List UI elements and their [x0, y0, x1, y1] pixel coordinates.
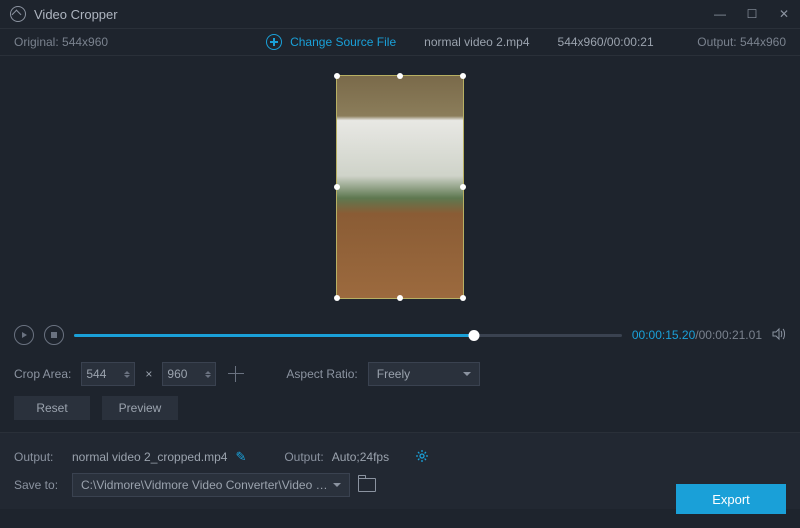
settings-icon[interactable]	[415, 449, 429, 466]
crop-width-input[interactable]: 544	[81, 362, 135, 386]
stop-button[interactable]	[44, 325, 64, 345]
time-display: 00:00:15.20/00:00:21.01	[632, 328, 762, 342]
export-button[interactable]: Export	[676, 484, 786, 514]
crop-area-label: Crop Area:	[14, 367, 71, 381]
handle-bottom-mid[interactable]	[397, 295, 403, 301]
seek-thumb[interactable]	[468, 330, 479, 341]
video-frame	[337, 76, 463, 298]
volume-icon[interactable]	[772, 327, 786, 344]
handle-bottom-right[interactable]	[460, 295, 466, 301]
browse-folder-icon[interactable]	[358, 478, 376, 492]
seek-fill	[74, 334, 474, 337]
handle-top-mid[interactable]	[397, 73, 403, 79]
handle-bottom-left[interactable]	[334, 295, 340, 301]
close-button[interactable]: ✕	[778, 7, 790, 21]
plus-icon	[266, 34, 282, 50]
handle-right-mid[interactable]	[460, 184, 466, 190]
preview-button[interactable]: Preview	[102, 396, 178, 420]
change-source-label: Change Source File	[290, 35, 396, 49]
crop-height-input[interactable]: 960	[162, 362, 216, 386]
handle-left-mid[interactable]	[334, 184, 340, 190]
play-icon	[22, 332, 27, 338]
save-path-select[interactable]: C:\Vidmore\Vidmore Video Converter\Video…	[72, 473, 350, 497]
app-title: Video Cropper	[34, 7, 118, 22]
height-stepper[interactable]	[205, 371, 211, 378]
center-crop-icon[interactable]	[226, 364, 246, 384]
window-controls: — ☐ ✕	[714, 7, 790, 21]
titlebar: Video Cropper — ☐ ✕	[0, 0, 800, 29]
edit-filename-icon[interactable]: ✎	[235, 449, 246, 465]
crop-times: ×	[145, 367, 152, 381]
file-info: 544x960/00:00:21	[558, 35, 654, 49]
chevron-down-icon	[333, 483, 341, 487]
preview-area	[0, 56, 800, 318]
aspect-ratio-select[interactable]: Freely	[368, 362, 480, 386]
time-current: 00:00:15.20	[632, 328, 695, 342]
handle-top-left[interactable]	[334, 73, 340, 79]
output-format-label: Output:	[284, 450, 323, 464]
output-file-label: Output:	[14, 450, 64, 464]
minimize-button[interactable]: —	[714, 7, 726, 21]
seek-slider[interactable]	[74, 334, 622, 337]
crop-controls: Crop Area: 544 × 960 Aspect Ratio: Freel…	[0, 352, 800, 396]
output-dims-label: Output: 544x960	[697, 35, 786, 49]
crop-frame[interactable]	[336, 75, 464, 299]
stop-icon	[51, 332, 57, 338]
reset-button[interactable]: Reset	[14, 396, 90, 420]
transport-bar: 00:00:15.20/00:00:21.01	[0, 318, 800, 352]
play-button[interactable]	[14, 325, 34, 345]
maximize-button[interactable]: ☐	[746, 7, 758, 21]
handle-top-right[interactable]	[460, 73, 466, 79]
chevron-down-icon	[463, 372, 471, 376]
app-logo-icon	[10, 6, 26, 22]
info-bar: Original: 544x960 Change Source File nor…	[0, 29, 800, 56]
output-format: Auto;24fps	[332, 450, 389, 464]
width-stepper[interactable]	[124, 371, 130, 378]
aspect-ratio-label: Aspect Ratio:	[286, 367, 357, 381]
action-buttons: Reset Preview	[0, 396, 800, 432]
change-source-button[interactable]: Change Source File	[266, 34, 396, 50]
save-to-label: Save to:	[14, 478, 64, 492]
file-name: normal video 2.mp4	[424, 35, 529, 49]
original-label: Original: 544x960	[14, 35, 108, 49]
output-file-name: normal video 2_cropped.mp4	[72, 450, 227, 464]
